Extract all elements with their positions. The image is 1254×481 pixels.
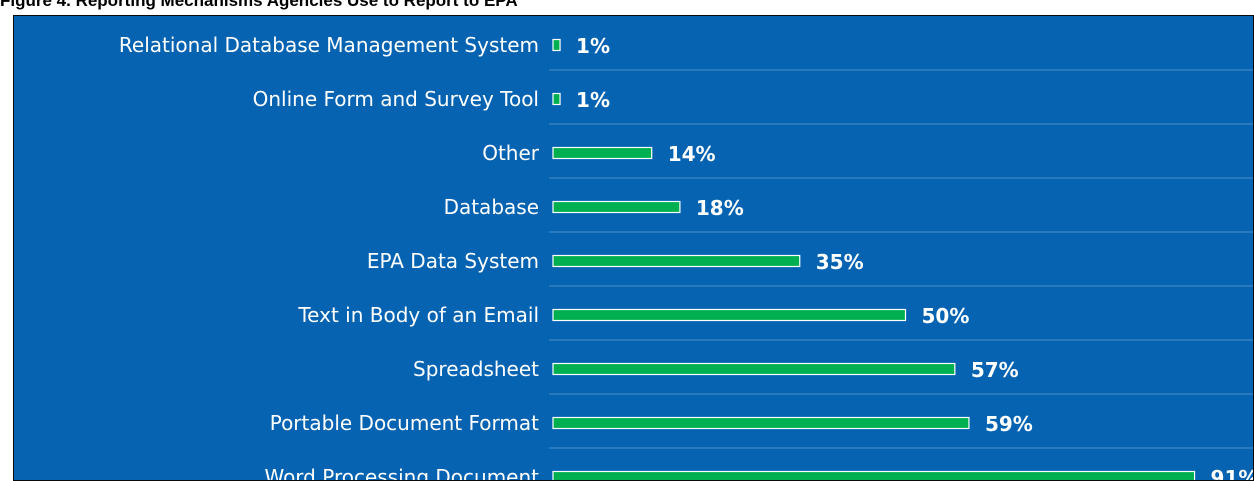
category-label: Text in Body of an Email (297, 303, 539, 327)
chart-background (14, 16, 1253, 480)
value-label: 1% (576, 34, 610, 58)
category-label: Other (482, 141, 540, 165)
category-label: Spreadsheet (413, 357, 539, 381)
category-label: EPA Data System (367, 249, 539, 273)
chart-panel: Relational Database Management System Onl… (13, 15, 1254, 481)
bar-chart: Relational Database Management System Onl… (14, 16, 1253, 480)
bar (552, 416, 970, 430)
category-label: Portable Document Format (270, 411, 539, 435)
bar (552, 362, 956, 376)
value-label: 18% (696, 196, 744, 220)
bar (552, 38, 561, 52)
bar (552, 470, 1196, 480)
category-label: Relational Database Management System (119, 33, 539, 57)
bar (552, 308, 907, 322)
bar (552, 200, 681, 214)
value-label: 57% (971, 358, 1019, 382)
category-label: Word Processing Document (264, 465, 539, 480)
category-label: Database (444, 195, 539, 219)
value-label: 91% (1211, 466, 1253, 480)
bar (552, 92, 561, 106)
value-label: 35% (816, 250, 864, 274)
value-label: 1% (576, 88, 610, 112)
value-label: 59% (985, 412, 1033, 436)
value-label: 14% (668, 142, 716, 166)
category-label: Online Form and Survey Tool (253, 87, 539, 111)
figure-title: Figure 4. Reporting Mechanisms Agencies … (0, 0, 518, 10)
bar (552, 254, 801, 268)
bar (552, 146, 653, 160)
value-label: 50% (922, 304, 970, 328)
